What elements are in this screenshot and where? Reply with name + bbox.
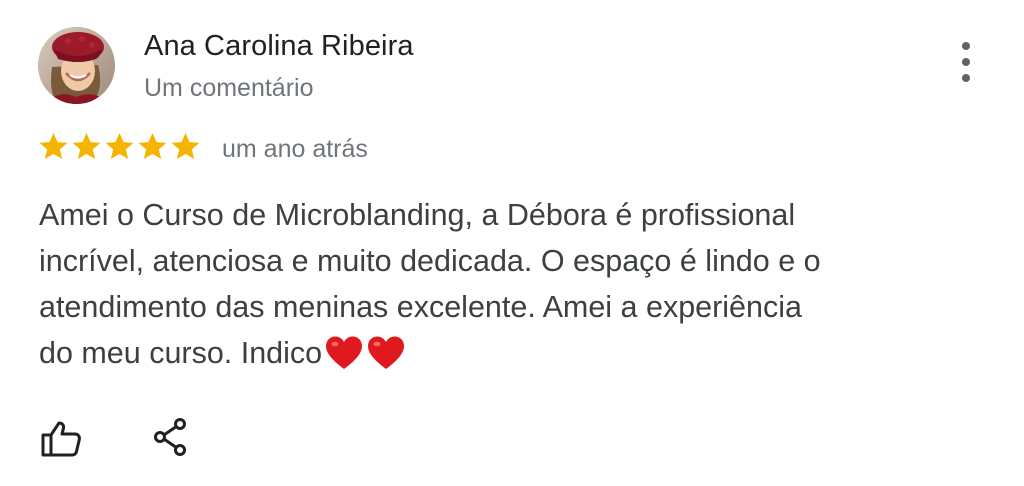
star-icon (138, 132, 167, 160)
share-button[interactable] (152, 417, 188, 457)
review-text-line: incrível, atenciosa e muito dedicada. O … (39, 244, 821, 278)
review-timestamp: um ano atrás (222, 135, 368, 163)
avatar[interactable] (38, 27, 115, 104)
like-button[interactable] (40, 420, 82, 458)
heart-emoji-icon (368, 336, 405, 369)
more-vert-icon-dot-2 (962, 58, 970, 66)
review-text-line: do meu curso. Indico (39, 336, 323, 370)
review-text: Amei o Curso de Microblanding, a Débora … (39, 192, 919, 376)
star-icon (171, 132, 200, 160)
review-text-line: Amei o Curso de Microblanding, a Débora … (39, 198, 796, 232)
author-review-count: Um comentário (144, 74, 314, 102)
more-vert-icon-dot-1 (962, 42, 970, 50)
share-icon (154, 418, 186, 456)
star-icon (105, 132, 134, 160)
more-vert-icon-dot-3 (962, 74, 970, 82)
review-text-line: atendimento das meninas excelente. Amei … (39, 290, 802, 324)
thumbs-up-icon (41, 421, 81, 457)
avatar-image (38, 27, 115, 104)
star-icon (39, 132, 68, 160)
author-name[interactable]: Ana Carolina Ribeira (144, 30, 414, 63)
star-icon (72, 132, 101, 160)
more-options-button[interactable] (952, 40, 980, 84)
heart-emoji-icon (326, 336, 363, 369)
star-rating (38, 130, 201, 166)
